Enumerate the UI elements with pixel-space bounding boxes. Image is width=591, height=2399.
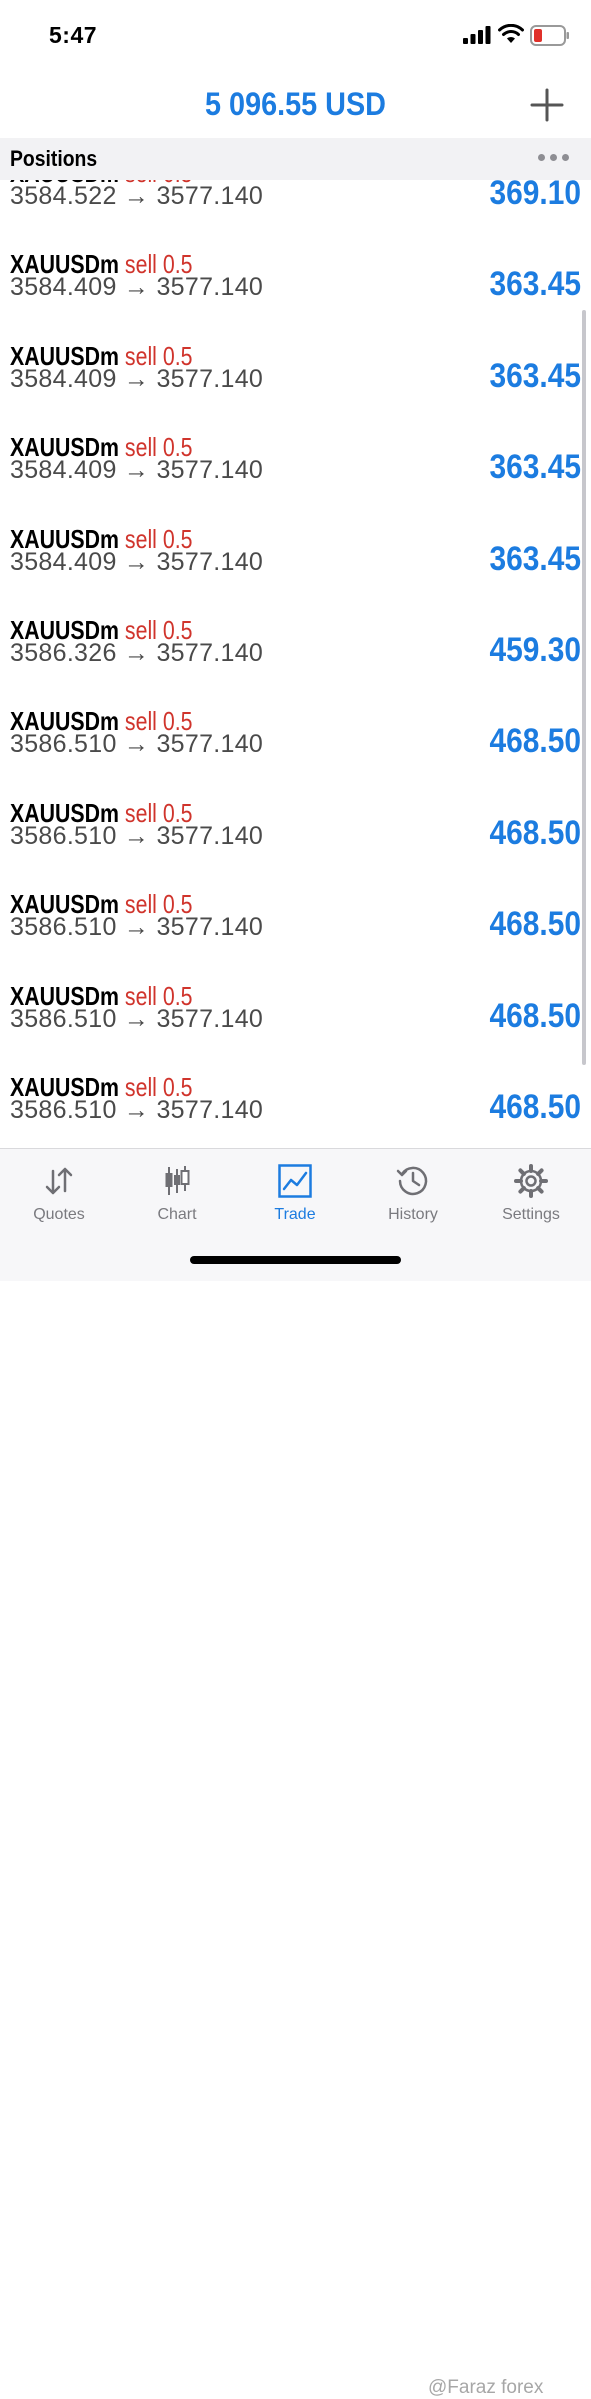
tab-label: Chart	[157, 1206, 197, 1223]
tab-trade[interactable]: Trade	[236, 1159, 354, 1229]
position-row[interactable]: XAUUSDm sell 0.5 3586.510 → 3577.140 468.5…	[0, 975, 591, 1066]
position-row[interactable]: XAUUSDm sell 0.5 3584.409 → 3577.140 363.4…	[0, 335, 591, 426]
home-indicator[interactable]	[190, 1256, 401, 1264]
battery-icon	[530, 25, 569, 46]
section-title: Positions	[10, 146, 98, 171]
position-profit: 363.45	[489, 448, 581, 487]
position-profit: 468.50	[489, 905, 581, 944]
history-clock-icon	[396, 1166, 428, 1196]
cellular-signal-icon	[463, 26, 491, 44]
account-balance: 5 096.55 USD	[205, 86, 386, 122]
position-row[interactable]: XAUUSDm sell 0.5 3586.510 → 3577.140 468.5…	[0, 1066, 591, 1148]
position-row[interactable]: XAUUSDm sell 0.5 3586.510 → 3577.140 468.5…	[0, 883, 591, 974]
ellipsis-icon[interactable]	[536, 150, 572, 166]
position-row[interactable]: XAUUSDm sell 0.53584.522 → 3577.140369.1…	[0, 180, 591, 243]
position-profit: 468.50	[489, 996, 581, 1035]
position-prices: 3586.510 → 3577.140	[10, 1004, 264, 1033]
tab-settings[interactable]: Settings	[472, 1159, 590, 1229]
position-prices: 3586.510 → 3577.140	[10, 730, 264, 759]
position-prices: 3584.409 → 3577.140	[10, 547, 264, 576]
position-row[interactable]: XAUUSDm sell 0.5 3586.326 → 3577.140 459.3…	[0, 609, 591, 700]
tab-chart[interactable]: Chart	[118, 1159, 236, 1229]
header: 5 096.55 USD	[0, 72, 591, 138]
quotes-arrows-icon	[45, 1167, 73, 1195]
status-bar: 5:47	[0, 0, 591, 72]
position-row[interactable]: XAUUSDm sell 0.5 3584.409 → 3577.140 363.4…	[0, 518, 591, 609]
position-profit: 459.30	[489, 631, 581, 669]
tab-quotes[interactable]: Quotes	[0, 1159, 118, 1229]
plus-icon[interactable]	[528, 86, 566, 124]
tab-label: Settings	[502, 1206, 560, 1223]
position-row[interactable]: XAUUSDm sell 0.5 3586.510 → 3577.140 468.5…	[0, 700, 591, 791]
watermark: @Faraz forex	[428, 2377, 544, 2398]
tab-label: Quotes	[33, 1206, 85, 1223]
status-time: 5:47	[49, 22, 98, 48]
tab-label: Trade	[274, 1206, 316, 1223]
trade-chart-icon	[278, 1164, 312, 1198]
position-profit: 468.50	[489, 813, 581, 852]
position-prices: 3584.409 → 3577.140	[10, 456, 264, 485]
position-profit: 363.45	[489, 356, 581, 395]
position-prices: 3586.326 → 3577.140	[10, 639, 264, 667]
position-profit: 468.50	[489, 722, 581, 761]
position-row[interactable]: XAUUSDm sell 0.5 3584.409 → 3577.140 363.4…	[0, 243, 591, 334]
position-prices: 3586.510 → 3577.140	[10, 1096, 264, 1124]
position-prices: 3586.510 → 3577.140	[10, 821, 264, 850]
position-profit: 468.50	[489, 1088, 581, 1126]
position-prices: 3584.409 → 3577.140	[10, 364, 264, 393]
position-profit: 363.45	[489, 265, 581, 304]
position-row[interactable]: XAUUSDm sell 0.5 3584.409 → 3577.140 363.4…	[0, 426, 591, 517]
position-row[interactable]: XAUUSDm sell 0.5 3586.510 → 3577.140 468.5…	[0, 792, 591, 883]
position-prices: 3584.522 → 3577.140	[10, 182, 264, 210]
positions-section-header: Positions	[0, 138, 591, 180]
tab-label: History	[388, 1206, 438, 1223]
position-prices: 3586.510 → 3577.140	[10, 913, 264, 942]
candlestick-icon	[165, 1166, 190, 1195]
position-profit: 363.45	[489, 539, 581, 578]
wifi-icon	[498, 24, 524, 43]
tab-history[interactable]: History	[354, 1159, 472, 1229]
position-prices: 3584.409 → 3577.140	[10, 273, 264, 302]
scrollbar[interactable]	[582, 310, 586, 1065]
positions-list[interactable]: XAUUSDm sell 0.53584.522 → 3577.140369.1…	[0, 180, 591, 1148]
position-profit: 369.10	[489, 180, 581, 212]
gear-icon	[514, 1164, 548, 1198]
